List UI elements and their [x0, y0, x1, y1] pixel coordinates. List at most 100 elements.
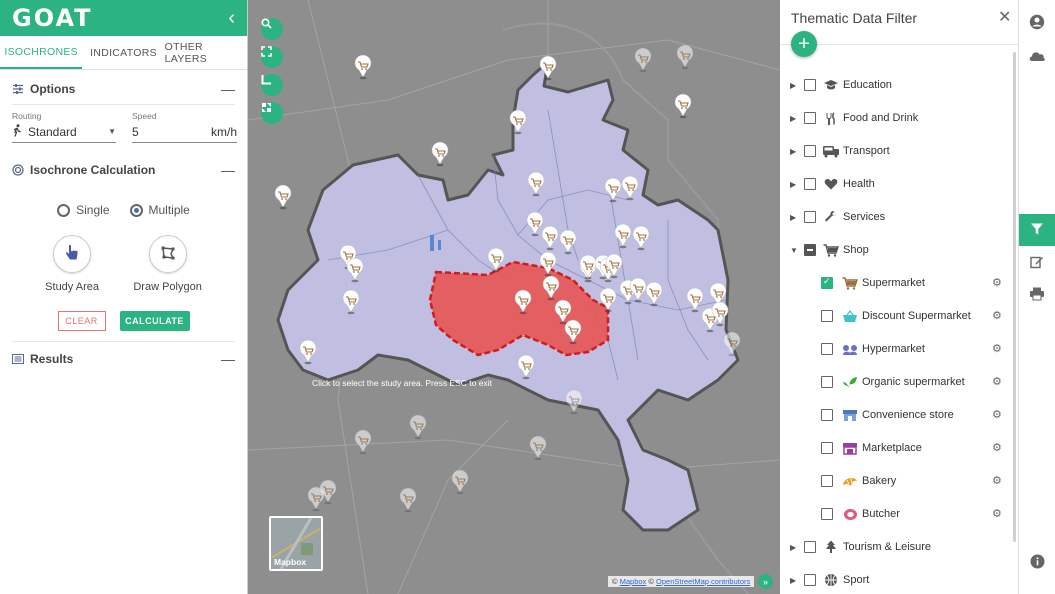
- shop-item-bakery[interactable]: Bakery: [821, 471, 896, 491]
- copyright-symbol-2: ©: [648, 577, 654, 586]
- gear-icon[interactable]: ⚙: [992, 309, 1002, 322]
- tree-icon: [822, 540, 840, 554]
- options-header[interactable]: Options —: [0, 74, 247, 104]
- expand-attribution-button[interactable]: »: [758, 574, 773, 589]
- expand-arrow-icon[interactable]: ▶: [790, 114, 800, 123]
- shop-item-checkbox[interactable]: [821, 310, 833, 322]
- account-button[interactable]: [1019, 8, 1055, 38]
- tab-isochrones[interactable]: ISOCHRONES: [0, 36, 83, 69]
- filter-button[interactable]: [1019, 214, 1055, 246]
- gear-icon[interactable]: ⚙: [992, 474, 1002, 487]
- filter-icon: [1030, 222, 1044, 239]
- category-food-and-drink[interactable]: ▶ Food and Drink: [780, 108, 918, 128]
- shop-item-checkbox[interactable]: [821, 442, 833, 454]
- wrench-icon: [822, 210, 840, 224]
- shop-item-checkbox[interactable]: [821, 475, 833, 487]
- croissant-icon: [841, 474, 859, 488]
- radio-multiple[interactable]: Multiple: [129, 203, 190, 217]
- shop-item-checkbox[interactable]: [821, 276, 833, 289]
- print-icon: [1029, 287, 1045, 304]
- speed-field[interactable]: Speed 5 km/h: [132, 111, 237, 143]
- expand-arrow-icon[interactable]: ▼: [790, 246, 800, 255]
- category-services[interactable]: ▶ Services: [780, 207, 885, 227]
- category-checkbox[interactable]: [804, 79, 816, 91]
- close-icon[interactable]: ✕: [998, 7, 1011, 27]
- gear-icon[interactable]: ⚙: [992, 375, 1002, 388]
- map-fullscreen-button[interactable]: [261, 46, 283, 68]
- gear-icon[interactable]: ⚙: [992, 441, 1002, 454]
- collapse-options-icon[interactable]: —: [221, 81, 235, 97]
- account-icon: [1029, 14, 1045, 33]
- shop-item-marketplace[interactable]: Marketplace: [821, 438, 922, 458]
- category-checkbox[interactable]: [804, 178, 816, 190]
- category-shop[interactable]: ▼ Shop: [780, 240, 869, 260]
- add-layer-button[interactable]: +: [791, 31, 817, 57]
- map-view[interactable]: Click to select the study area. Press ES…: [248, 0, 780, 594]
- expand-arrow-icon[interactable]: ▶: [790, 213, 800, 222]
- category-health[interactable]: ▶ Health: [780, 174, 875, 194]
- mapbox-link[interactable]: Mapbox: [620, 577, 647, 586]
- collapse-results-icon[interactable]: —: [221, 351, 235, 367]
- shop-item-checkbox[interactable]: [821, 409, 833, 421]
- results-header[interactable]: Results —: [0, 344, 247, 374]
- map-canvas[interactable]: [248, 0, 780, 594]
- isochrone-title: Isochrone Calculation: [30, 163, 156, 177]
- category-checkbox[interactable]: [804, 112, 816, 124]
- shop-item-convenience-store[interactable]: Convenience store: [821, 405, 954, 425]
- speed-value[interactable]: 5: [132, 125, 139, 139]
- calculate-button[interactable]: CALCULATE: [119, 311, 190, 331]
- category-label: Shop: [843, 244, 869, 256]
- map-measure-button[interactable]: [261, 74, 283, 96]
- clear-button[interactable]: CLEAR: [57, 311, 106, 331]
- category-checkbox[interactable]: [804, 574, 816, 586]
- map-search-button[interactable]: [261, 18, 283, 40]
- cloud-icon: [1028, 50, 1046, 65]
- cloud-button[interactable]: [1019, 42, 1055, 72]
- speed-label: Speed: [132, 111, 157, 121]
- tab-indicators[interactable]: INDICATORS: [82, 36, 164, 69]
- gear-icon[interactable]: ⚙: [992, 408, 1002, 421]
- gear-icon[interactable]: ⚙: [992, 342, 1002, 355]
- gear-icon[interactable]: ⚙: [992, 507, 1002, 520]
- gear-icon[interactable]: ⚙: [992, 276, 1002, 289]
- shop-item-checkbox[interactable]: [821, 376, 833, 388]
- filter-scrollbar[interactable]: [1013, 52, 1016, 542]
- isochrone-header[interactable]: Isochrone Calculation —: [0, 155, 247, 185]
- radio-single[interactable]: Single: [57, 203, 110, 217]
- category-sport[interactable]: ▶ Sport: [780, 570, 869, 590]
- routing-select[interactable]: Routing Standard ▼: [12, 111, 116, 143]
- category-checkbox[interactable]: [804, 211, 816, 223]
- study-area-button[interactable]: Study Area: [45, 235, 99, 293]
- category-checkbox[interactable]: [804, 244, 816, 256]
- collapse-panel-icon[interactable]: ‹: [228, 7, 235, 30]
- expand-arrow-icon[interactable]: ▶: [790, 543, 800, 552]
- category-transport[interactable]: ▶ Transport: [780, 141, 890, 161]
- basemap-switcher[interactable]: Mapbox: [269, 516, 323, 571]
- edit-button[interactable]: [1019, 248, 1055, 278]
- tab-other-layers[interactable]: OTHER LAYERS: [165, 36, 247, 69]
- shop-item-checkbox[interactable]: [821, 508, 833, 520]
- category-checkbox[interactable]: [804, 145, 816, 157]
- shop-item-hypermarket[interactable]: Hypermarket: [821, 339, 925, 359]
- shop-item-discount-supermarket[interactable]: Discount Supermarket: [821, 306, 971, 326]
- shop-item-butcher[interactable]: Butcher: [821, 504, 900, 524]
- print-button[interactable]: [1019, 280, 1055, 310]
- shop-item-organic-supermarket[interactable]: Organic supermarket: [821, 372, 965, 392]
- collapse-isochrone-icon[interactable]: —: [221, 162, 235, 178]
- draw-polygon-button[interactable]: Draw Polygon: [133, 235, 202, 293]
- expand-arrow-icon[interactable]: ▶: [790, 147, 800, 156]
- category-education[interactable]: ▶ Education: [780, 75, 892, 95]
- shop-item-supermarket[interactable]: Supermarket: [821, 273, 925, 293]
- shop-item-checkbox[interactable]: [821, 343, 833, 355]
- expand-arrow-icon[interactable]: ▶: [790, 81, 800, 90]
- osm-link[interactable]: OpenStreetMap contributors: [656, 577, 750, 586]
- category-label: Tourism & Leisure: [843, 541, 932, 553]
- expand-arrow-icon[interactable]: ▶: [790, 576, 800, 585]
- expand-arrow-icon[interactable]: ▶: [790, 180, 800, 189]
- category-tourism-leisure[interactable]: ▶ Tourism & Leisure: [780, 537, 931, 557]
- basket-icon: [841, 309, 859, 323]
- graduation-cap-icon: [822, 78, 840, 92]
- category-checkbox[interactable]: [804, 541, 816, 553]
- info-button[interactable]: [1019, 548, 1055, 578]
- map-layers-button[interactable]: [261, 102, 283, 124]
